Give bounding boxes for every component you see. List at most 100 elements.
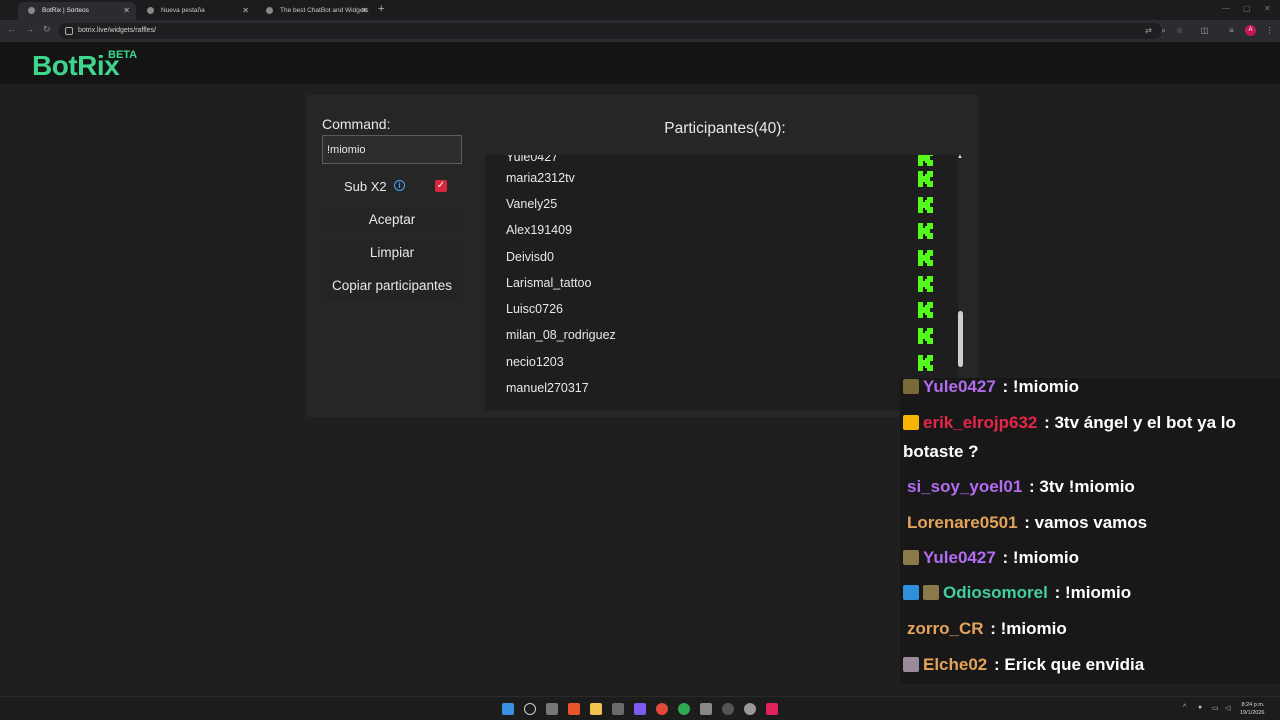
windows-start-icon[interactable]: [502, 703, 514, 715]
chat-username: Lorenare0501: [907, 513, 1018, 532]
participant-name: Larismal_tattoo: [506, 276, 592, 290]
tab-best-chatbot[interactable]: The best ChatBot and Widgets ✕: [256, 2, 374, 20]
network-icon[interactable]: ▭: [1212, 704, 1219, 712]
kick-icon: [918, 328, 933, 344]
list-item: Larismal_tattoo: [485, 271, 945, 297]
participant-name: manuel270317: [506, 381, 589, 395]
botrix-favicon-icon: [28, 7, 35, 14]
tab-title: The best ChatBot and Widgets: [280, 7, 369, 14]
menu-icon[interactable]: ⋮: [1264, 25, 1275, 36]
task-view-icon[interactable]: [546, 703, 558, 715]
list-item: necio1203: [485, 350, 945, 376]
file-explorer-icon[interactable]: [590, 703, 602, 715]
volume-icon[interactable]: ◁: [1225, 704, 1230, 712]
og-badge-icon: [923, 585, 939, 600]
chat-username: Elche02: [923, 655, 988, 674]
chat-text: : Erick que envidia: [989, 655, 1145, 674]
zoom-icon[interactable]: ⌕: [1158, 25, 1169, 36]
obs-icon[interactable]: [722, 703, 734, 715]
clock-time: 8:24 p.m.: [1241, 702, 1265, 708]
participants-list[interactable]: Yule0427 maria2312tv Vanely25 Alex191409…: [485, 155, 958, 410]
sub-x2-checkbox[interactable]: ✓: [435, 180, 447, 192]
chat-message: Odiosomorel : !miomio: [903, 578, 1277, 607]
list-item: Deivisd0: [485, 245, 945, 271]
chat-message: Elche02 : Erick que envidia: [903, 650, 1277, 679]
profile-avatar[interactable]: A: [1245, 25, 1256, 36]
maximize-icon[interactable]: ▢: [1243, 4, 1251, 13]
tab-nueva-pestana[interactable]: Nueva pestaña ✕: [137, 2, 255, 20]
brave-browser-icon[interactable]: [568, 703, 580, 715]
chat-username: zorro_CR: [907, 619, 984, 638]
app-icon[interactable]: [634, 703, 646, 715]
chat-text: : !miomio: [1049, 583, 1132, 602]
participant-name: milan_08_rodriguez: [506, 328, 616, 342]
reload-icon[interactable]: ↻: [43, 24, 51, 35]
chrome-icon[interactable]: [656, 703, 668, 715]
browser-toolbar: ← → ↻ botrix.live/widgets/raffles/ ⇄ ⌕ ☆…: [0, 20, 1280, 42]
store-icon[interactable]: [612, 703, 624, 715]
translate-icon[interactable]: ⇄: [1143, 25, 1154, 36]
chat-username: Yule0427: [923, 548, 996, 567]
extensions-icon[interactable]: ◫: [1199, 25, 1210, 36]
chat-message: Lorenare0501 : vamos vamos: [907, 508, 1280, 537]
accept-button[interactable]: Aceptar: [322, 207, 462, 233]
downloads-icon[interactable]: ≡: [1226, 25, 1237, 36]
kick-icon: [918, 276, 933, 292]
tiktok-icon[interactable]: [766, 703, 778, 715]
og-badge-icon: [903, 379, 919, 394]
moderator-badge-icon: [903, 585, 919, 600]
back-icon[interactable]: ←: [7, 24, 16, 34]
participants-scrollbar-thumb[interactable]: [958, 311, 963, 367]
participant-name: necio1203: [506, 355, 564, 369]
microphone-icon[interactable]: ●: [1198, 704, 1202, 711]
info-icon[interactable]: i: [394, 180, 405, 191]
chrome-profile-icon[interactable]: [678, 703, 690, 715]
bookmark-star-icon[interactable]: ☆: [1174, 25, 1185, 36]
forward-icon[interactable]: →: [25, 24, 34, 34]
chat-text: : !miomio: [985, 619, 1067, 638]
taskbar-clock[interactable]: 8:24 p.m. 19/1/2026: [1240, 701, 1264, 717]
search-icon[interactable]: [524, 703, 536, 715]
close-icon[interactable]: ✕: [242, 2, 249, 19]
botrix-favicon-icon: [266, 7, 273, 14]
site-info-icon[interactable]: [65, 27, 73, 35]
new-tab-button[interactable]: +: [378, 3, 384, 15]
crown-badge-icon: [903, 415, 919, 430]
tray-chevron-icon[interactable]: ^: [1183, 704, 1186, 711]
copy-participants-button[interactable]: Copiar participantes: [322, 273, 462, 299]
chat-username: erik_elrojp632: [923, 413, 1038, 432]
og-badge-icon: [903, 550, 919, 565]
kick-icon: [918, 355, 933, 371]
chat-message: Yule0427 : !miomio: [903, 378, 1277, 401]
settings-gear-icon[interactable]: [744, 703, 756, 715]
list-item: milan_08_rodriguez: [485, 323, 945, 349]
app-icon[interactable]: [700, 703, 712, 715]
close-icon[interactable]: ✕: [361, 2, 368, 19]
participant-name: maria2312tv: [506, 171, 575, 185]
list-item: manuel270317: [485, 376, 945, 402]
close-icon[interactable]: ✕: [123, 2, 130, 19]
kick-icon: [918, 197, 933, 213]
list-item: maria2312tv: [485, 166, 945, 192]
chat-text: : vamos vamos: [1019, 513, 1148, 532]
tab-botrix-sorteos[interactable]: BotRix | Sorteos ✕: [18, 2, 136, 20]
windows-taskbar: ^ ● ▭ ◁ 8:24 p.m. 19/1/2026: [0, 696, 1280, 720]
site-header: BotRix BETA: [0, 42, 1280, 84]
chat-message: Yule0427 : !miomio: [903, 543, 1277, 572]
clock-date: 19/1/2026: [1240, 710, 1265, 716]
chat-message: si_soy_yoel01 : 3tv !miomio: [907, 472, 1280, 501]
chat-text: : !miomio: [997, 548, 1080, 567]
chat-text: : 3tv !miomio: [1024, 477, 1135, 496]
minimize-icon[interactable]: —: [1222, 4, 1230, 13]
clear-button[interactable]: Limpiar: [322, 240, 462, 266]
participant-name: Alex191409: [506, 223, 573, 237]
botrix-logo[interactable]: BotRix: [32, 50, 120, 82]
close-window-icon[interactable]: ✕: [1264, 4, 1271, 13]
browser-tab-bar: BotRix | Sorteos ✕ Nueva pestaña ✕ The b…: [0, 0, 1280, 20]
participant-name: Luisc0726: [506, 302, 563, 316]
address-bar[interactable]: botrix.live/widgets/raffles/: [58, 23, 1162, 39]
command-label: Command:: [322, 116, 391, 132]
scroll-up-arrow-icon[interactable]: ▲: [957, 154, 963, 160]
chat-username: si_soy_yoel01: [907, 477, 1023, 496]
command-input[interactable]: [322, 135, 462, 164]
